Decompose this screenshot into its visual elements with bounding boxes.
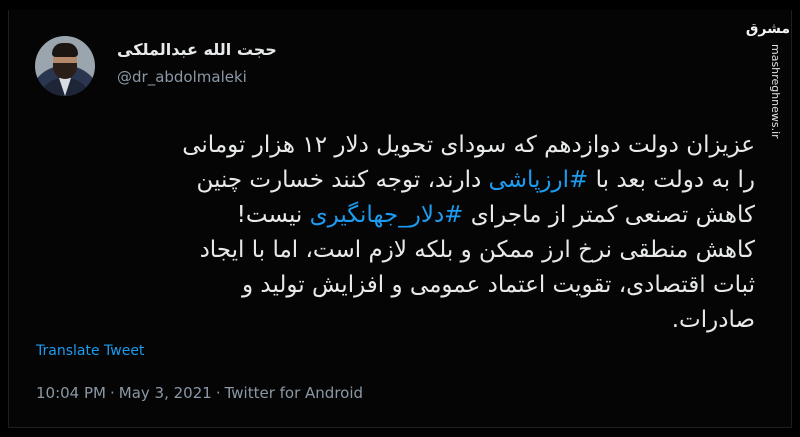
tweet-text-line: ثبات اقتصادی، تقویت اعتماد عمومی و افزای… [39, 268, 755, 303]
tweet-text-segment: عزیزان دولت دوازدهم که سودای تحویل دلار … [182, 132, 755, 158]
tweet-text-segment: صادرات. [671, 307, 755, 333]
avatar-hair [52, 43, 78, 57]
tweet-time[interactable]: 10:04 PM [36, 384, 106, 402]
tweet-text-line: عزیزان دولت دوازدهم که سودای تحویل دلار … [39, 128, 755, 163]
watermark: مشرق mashreghnews.ir [745, 14, 790, 139]
divider [9, 427, 791, 428]
tweet-text: عزیزان دولت دوازدهم که سودای تحویل دلار … [39, 128, 755, 338]
tweet-text-line: کاهش منطقی نرخ ارز ممکن و بلکه لازم است،… [39, 233, 755, 268]
tweet-source[interactable]: Twitter for Android [225, 384, 363, 402]
tweet-text-segment: کاهش منطقی نرخ ارز ممکن و بلکه لازم است،… [199, 237, 755, 263]
tweet-meta: 10:04 PM · May 3, 2021 · Twitter for Android [36, 384, 363, 402]
tweet-date[interactable]: May 3, 2021 [119, 384, 212, 402]
hashtag-link[interactable]: #ارزپاشی [489, 167, 589, 193]
tweet-header: حجت الله عبدالملکی @dr_abdolmaleki [35, 36, 635, 100]
tweet-text-segment: کاهش تصنعی کمتر از ماجرای [463, 202, 755, 228]
watermark-logo: مشرق [745, 21, 790, 37]
author-handle[interactable]: @dr_abdolmaleki [117, 68, 247, 86]
author-display-name[interactable]: حجت الله عبدالملکی [117, 40, 277, 59]
watermark-site: mashreghnews.ir [769, 44, 782, 139]
hashtag-link[interactable]: #دلار_جهانگیری [310, 202, 464, 228]
tweet-text-segment: را به دولت بعد با [588, 167, 755, 193]
tweet-text-line: صادرات. [39, 303, 755, 338]
tweet-text-segment: ثبات اقتصادی، تقویت اعتماد عمومی و افزای… [241, 272, 755, 298]
tweet-text-segment: نیست! [236, 202, 310, 228]
meta-separator: · [109, 384, 115, 402]
translate-tweet-link[interactable]: Translate Tweet [36, 343, 144, 359]
meta-separator: · [215, 384, 221, 402]
avatar-beard [53, 63, 77, 79]
tweet-text-line: کاهش تصنعی کمتر از ماجرای #دلار_جهانگیری… [39, 198, 755, 233]
tweet-card: حجت الله عبدالملکی @dr_abdolmaleki عزیزا… [8, 10, 792, 428]
tweet-text-segment: دارند، توجه کنند خسارت چنین [196, 167, 489, 193]
author-avatar[interactable] [35, 36, 95, 96]
tweet-text-line: را به دولت بعد با #ارزپاشی دارند، توجه ک… [39, 163, 756, 198]
